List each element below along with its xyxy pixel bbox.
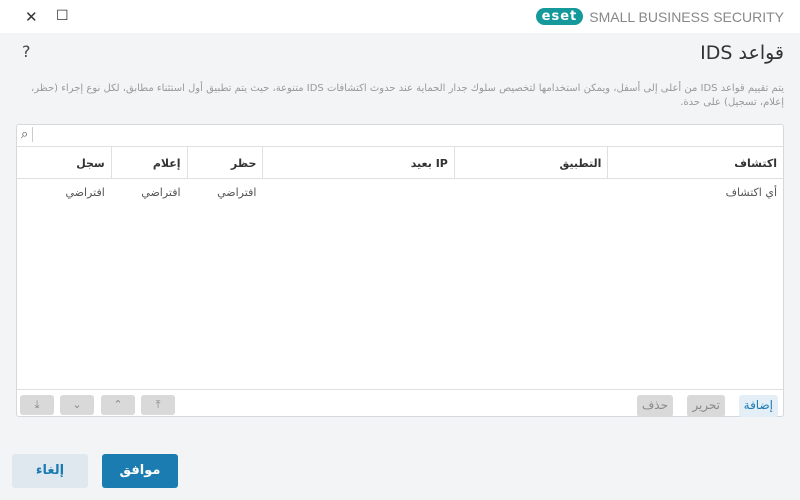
search-input[interactable] [41, 125, 781, 146]
close-icon[interactable]: ✕ [25, 8, 38, 26]
delete-button[interactable]: حذف [636, 395, 673, 417]
search-icon: ⌕ [21, 127, 34, 142]
title-bar: ✕ ☐ eset SMALL BUSINESS SECURITY [0, 0, 800, 33]
move-bottom-button[interactable]: ⤓ [20, 395, 54, 415]
maximize-icon[interactable]: ☐ [56, 8, 69, 24]
cell-remote-ip [262, 179, 453, 205]
table-header: اكتشاف التطبيق IP بعيد حظر إعلام سجل [17, 147, 783, 179]
move-down-button[interactable]: ⌄ [60, 395, 94, 415]
cell-detection: أي اكتشاف [725, 186, 777, 199]
column-application[interactable]: التطبيق [453, 147, 608, 178]
table-row[interactable]: أي اكتشاف افتراضي افتراضي افتراضي [17, 179, 783, 205]
cell-notify: افتراضي [141, 186, 181, 199]
page-title: قواعد IDS [700, 42, 784, 64]
rules-panel: ⌕ اكتشاف التطبيق IP بعيد حظر إعلام سجل أ… [16, 124, 784, 417]
move-top-button[interactable]: ⤒ [141, 395, 175, 415]
move-up-button[interactable]: ⌃ [101, 395, 135, 415]
ok-button[interactable]: موافق [102, 454, 178, 488]
product-name: SMALL BUSINESS SECURITY [589, 8, 784, 25]
cell-log: افتراضي [65, 186, 105, 199]
cell-application [454, 179, 608, 205]
column-notify[interactable]: إعلام [110, 147, 187, 178]
column-log[interactable]: سجل [17, 147, 111, 178]
column-detection[interactable]: اكتشاف [607, 147, 783, 178]
column-remote-ip[interactable]: IP بعيد [262, 147, 453, 178]
help-icon[interactable]: ? [22, 42, 31, 61]
cell-block: افتراضي [217, 186, 257, 199]
column-block[interactable]: حظر [186, 147, 263, 178]
add-button[interactable]: إضافة [738, 395, 778, 417]
brand-logo: eset SMALL BUSINESS SECURITY [535, 8, 784, 25]
table-toolbar: ⤓ ⌄ ⌃ ⤒ إضافة تحرير حذف [17, 389, 783, 417]
edit-button[interactable]: تحرير [687, 395, 725, 417]
cancel-button[interactable]: إلغاء [12, 454, 88, 488]
eset-logo: eset [535, 8, 584, 25]
search-bar: ⌕ [17, 125, 783, 147]
description: يتم تقييم قواعد IDS من أعلى إلى أسفل، وي… [31, 83, 784, 108]
